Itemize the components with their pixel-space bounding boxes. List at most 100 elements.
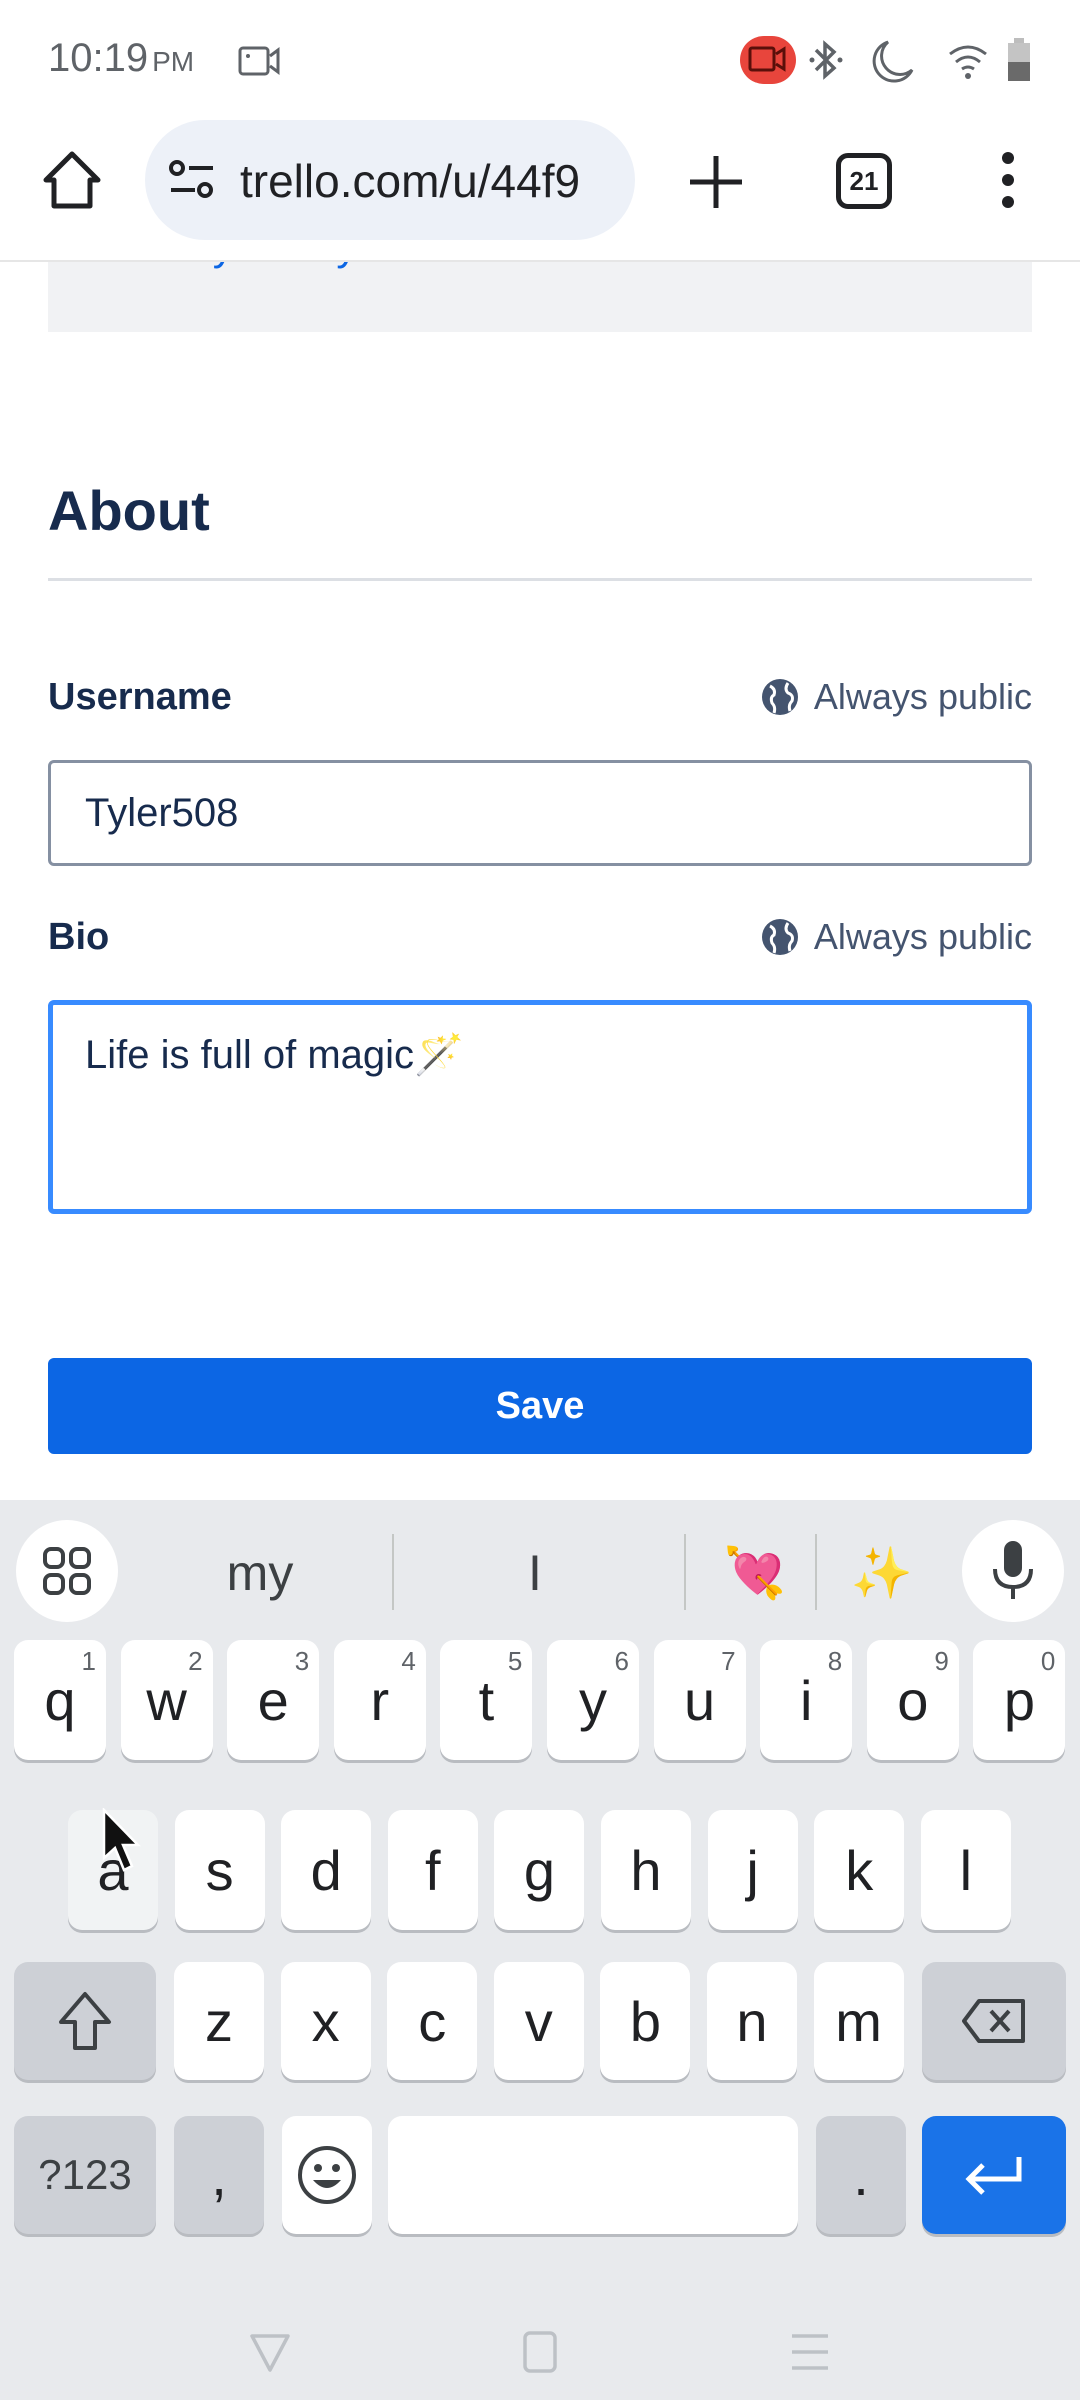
tab-switcher-button[interactable]: 21 bbox=[836, 153, 892, 209]
key-w[interactable]: w2 bbox=[120, 1640, 213, 1760]
shift-key[interactable] bbox=[14, 1962, 156, 2080]
suggestion-2[interactable]: I bbox=[460, 1544, 610, 1602]
key-label: l bbox=[959, 1838, 973, 1902]
suggestion-emoji-sparkles[interactable]: ✨ bbox=[832, 1544, 932, 1603]
key-hint: 0 bbox=[1040, 1646, 1056, 1676]
enter-icon bbox=[965, 2157, 1022, 2195]
clock-ampm: PM bbox=[152, 46, 195, 77]
privacy-notice-box: Privacy Policy. bbox=[48, 262, 1032, 332]
new-tab-icon[interactable] bbox=[684, 150, 748, 214]
key-s[interactable]: s bbox=[174, 1810, 265, 1930]
key-f[interactable]: f bbox=[387, 1810, 478, 1930]
key-label: z bbox=[205, 1989, 233, 2053]
divider bbox=[48, 578, 1032, 581]
key-label: p bbox=[1003, 1668, 1035, 1732]
key-label: s bbox=[205, 1838, 234, 1902]
key-label: g bbox=[523, 1838, 555, 1902]
key-m[interactable]: m bbox=[813, 1962, 904, 2080]
username-label: Username bbox=[48, 676, 232, 718]
url-text[interactable]: trello.com/u/44f9 bbox=[240, 154, 620, 208]
clock-time: 10:19 bbox=[48, 36, 149, 80]
site-settings-icon[interactable] bbox=[167, 158, 217, 202]
key-hint: 3 bbox=[294, 1646, 310, 1676]
key-label: i bbox=[799, 1668, 813, 1732]
key-label: u bbox=[684, 1668, 716, 1732]
key-v[interactable]: v bbox=[493, 1962, 584, 2080]
home-nav-icon[interactable] bbox=[522, 2330, 558, 2374]
key-label: j bbox=[746, 1838, 759, 1902]
key-i[interactable]: i8 bbox=[760, 1640, 853, 1760]
key-label: m bbox=[835, 1989, 882, 2053]
emoji-key[interactable] bbox=[282, 2116, 372, 2234]
key-label: o bbox=[897, 1668, 929, 1732]
key-hint: 7 bbox=[721, 1646, 736, 1676]
key-label: h bbox=[630, 1838, 662, 1902]
recents-icon[interactable] bbox=[790, 2330, 830, 2374]
key-label: t bbox=[478, 1668, 495, 1732]
tab-count: 21 bbox=[849, 165, 879, 196]
key-label: k bbox=[845, 1838, 874, 1902]
bluetooth-icon bbox=[809, 40, 843, 80]
bio-label: Bio bbox=[48, 916, 110, 958]
address-bar[interactable]: trello.com/u/44f9 bbox=[145, 120, 635, 240]
enter-key[interactable] bbox=[922, 2116, 1066, 2234]
key-g[interactable]: g bbox=[494, 1810, 585, 1930]
key-u[interactable]: u7 bbox=[653, 1640, 746, 1760]
suggestion-divider bbox=[815, 1534, 817, 1610]
key-t[interactable]: t5 bbox=[440, 1640, 533, 1760]
key-c[interactable]: c bbox=[387, 1962, 478, 2080]
key-q[interactable]: q1 bbox=[14, 1640, 106, 1760]
space-key[interactable] bbox=[388, 2116, 798, 2234]
save-button[interactable]: Save bbox=[48, 1358, 1032, 1454]
screen-record-icon bbox=[748, 46, 786, 72]
key-p[interactable]: p0 bbox=[973, 1640, 1066, 1760]
do-not-disturb-icon bbox=[872, 40, 914, 83]
voice-input-button[interactable] bbox=[962, 1520, 1064, 1622]
comma-key[interactable]: , bbox=[174, 2116, 264, 2234]
key-d[interactable]: d bbox=[281, 1810, 372, 1930]
key-k[interactable]: k bbox=[814, 1810, 905, 1930]
key-hint: 1 bbox=[81, 1646, 96, 1676]
key-label: r bbox=[370, 1668, 390, 1732]
key-y[interactable]: y6 bbox=[547, 1640, 639, 1760]
key-e[interactable]: e3 bbox=[227, 1640, 320, 1760]
back-icon[interactable] bbox=[248, 2330, 292, 2374]
key-hint: 6 bbox=[614, 1646, 629, 1676]
key-l[interactable]: l bbox=[920, 1810, 1011, 1930]
key-h[interactable]: h bbox=[601, 1810, 691, 1930]
battery-icon bbox=[1008, 38, 1030, 81]
username-input[interactable] bbox=[48, 760, 1032, 866]
key-label: c bbox=[418, 1989, 447, 2053]
microphone-icon bbox=[993, 1541, 1033, 1599]
suggestion-emoji-heart[interactable]: 💘 bbox=[705, 1544, 805, 1603]
suggestion-divider bbox=[684, 1534, 686, 1610]
key-b[interactable]: b bbox=[600, 1962, 691, 2080]
period-key[interactable]: . bbox=[816, 2116, 906, 2234]
key-x[interactable]: x bbox=[280, 1962, 371, 2080]
suggestion-divider bbox=[392, 1534, 394, 1610]
emoji-icon bbox=[298, 2146, 356, 2204]
privacy-policy-link[interactable]: Privacy Policy. bbox=[96, 262, 366, 270]
about-heading: About bbox=[48, 479, 210, 542]
key-label: f bbox=[425, 1838, 441, 1902]
key-z[interactable]: z bbox=[174, 1962, 264, 2080]
key-label: n bbox=[736, 1989, 768, 2053]
suggestion-1[interactable]: my bbox=[180, 1544, 340, 1602]
key-j[interactable]: j bbox=[707, 1810, 798, 1930]
backspace-key[interactable] bbox=[922, 1962, 1066, 2080]
symbols-key[interactable]: ?123 bbox=[14, 2116, 156, 2234]
globe-icon bbox=[761, 679, 798, 715]
screen-record-icon bbox=[238, 46, 280, 76]
key-label: w bbox=[146, 1668, 187, 1732]
apps-grid-icon bbox=[43, 1547, 91, 1595]
key-o[interactable]: o9 bbox=[866, 1640, 959, 1760]
more-menu-icon[interactable] bbox=[990, 148, 1026, 212]
key-label: v bbox=[524, 1989, 553, 2053]
key-n[interactable]: n bbox=[707, 1962, 797, 2080]
key-r[interactable]: r4 bbox=[333, 1640, 426, 1760]
keyboard-menu-button[interactable] bbox=[16, 1520, 118, 1622]
screen-recording-indicator bbox=[740, 36, 796, 84]
home-icon[interactable] bbox=[40, 148, 104, 212]
bio-textarea[interactable]: Life is full of magic🪄 bbox=[48, 1000, 1032, 1214]
key-label: b bbox=[629, 1989, 661, 2053]
